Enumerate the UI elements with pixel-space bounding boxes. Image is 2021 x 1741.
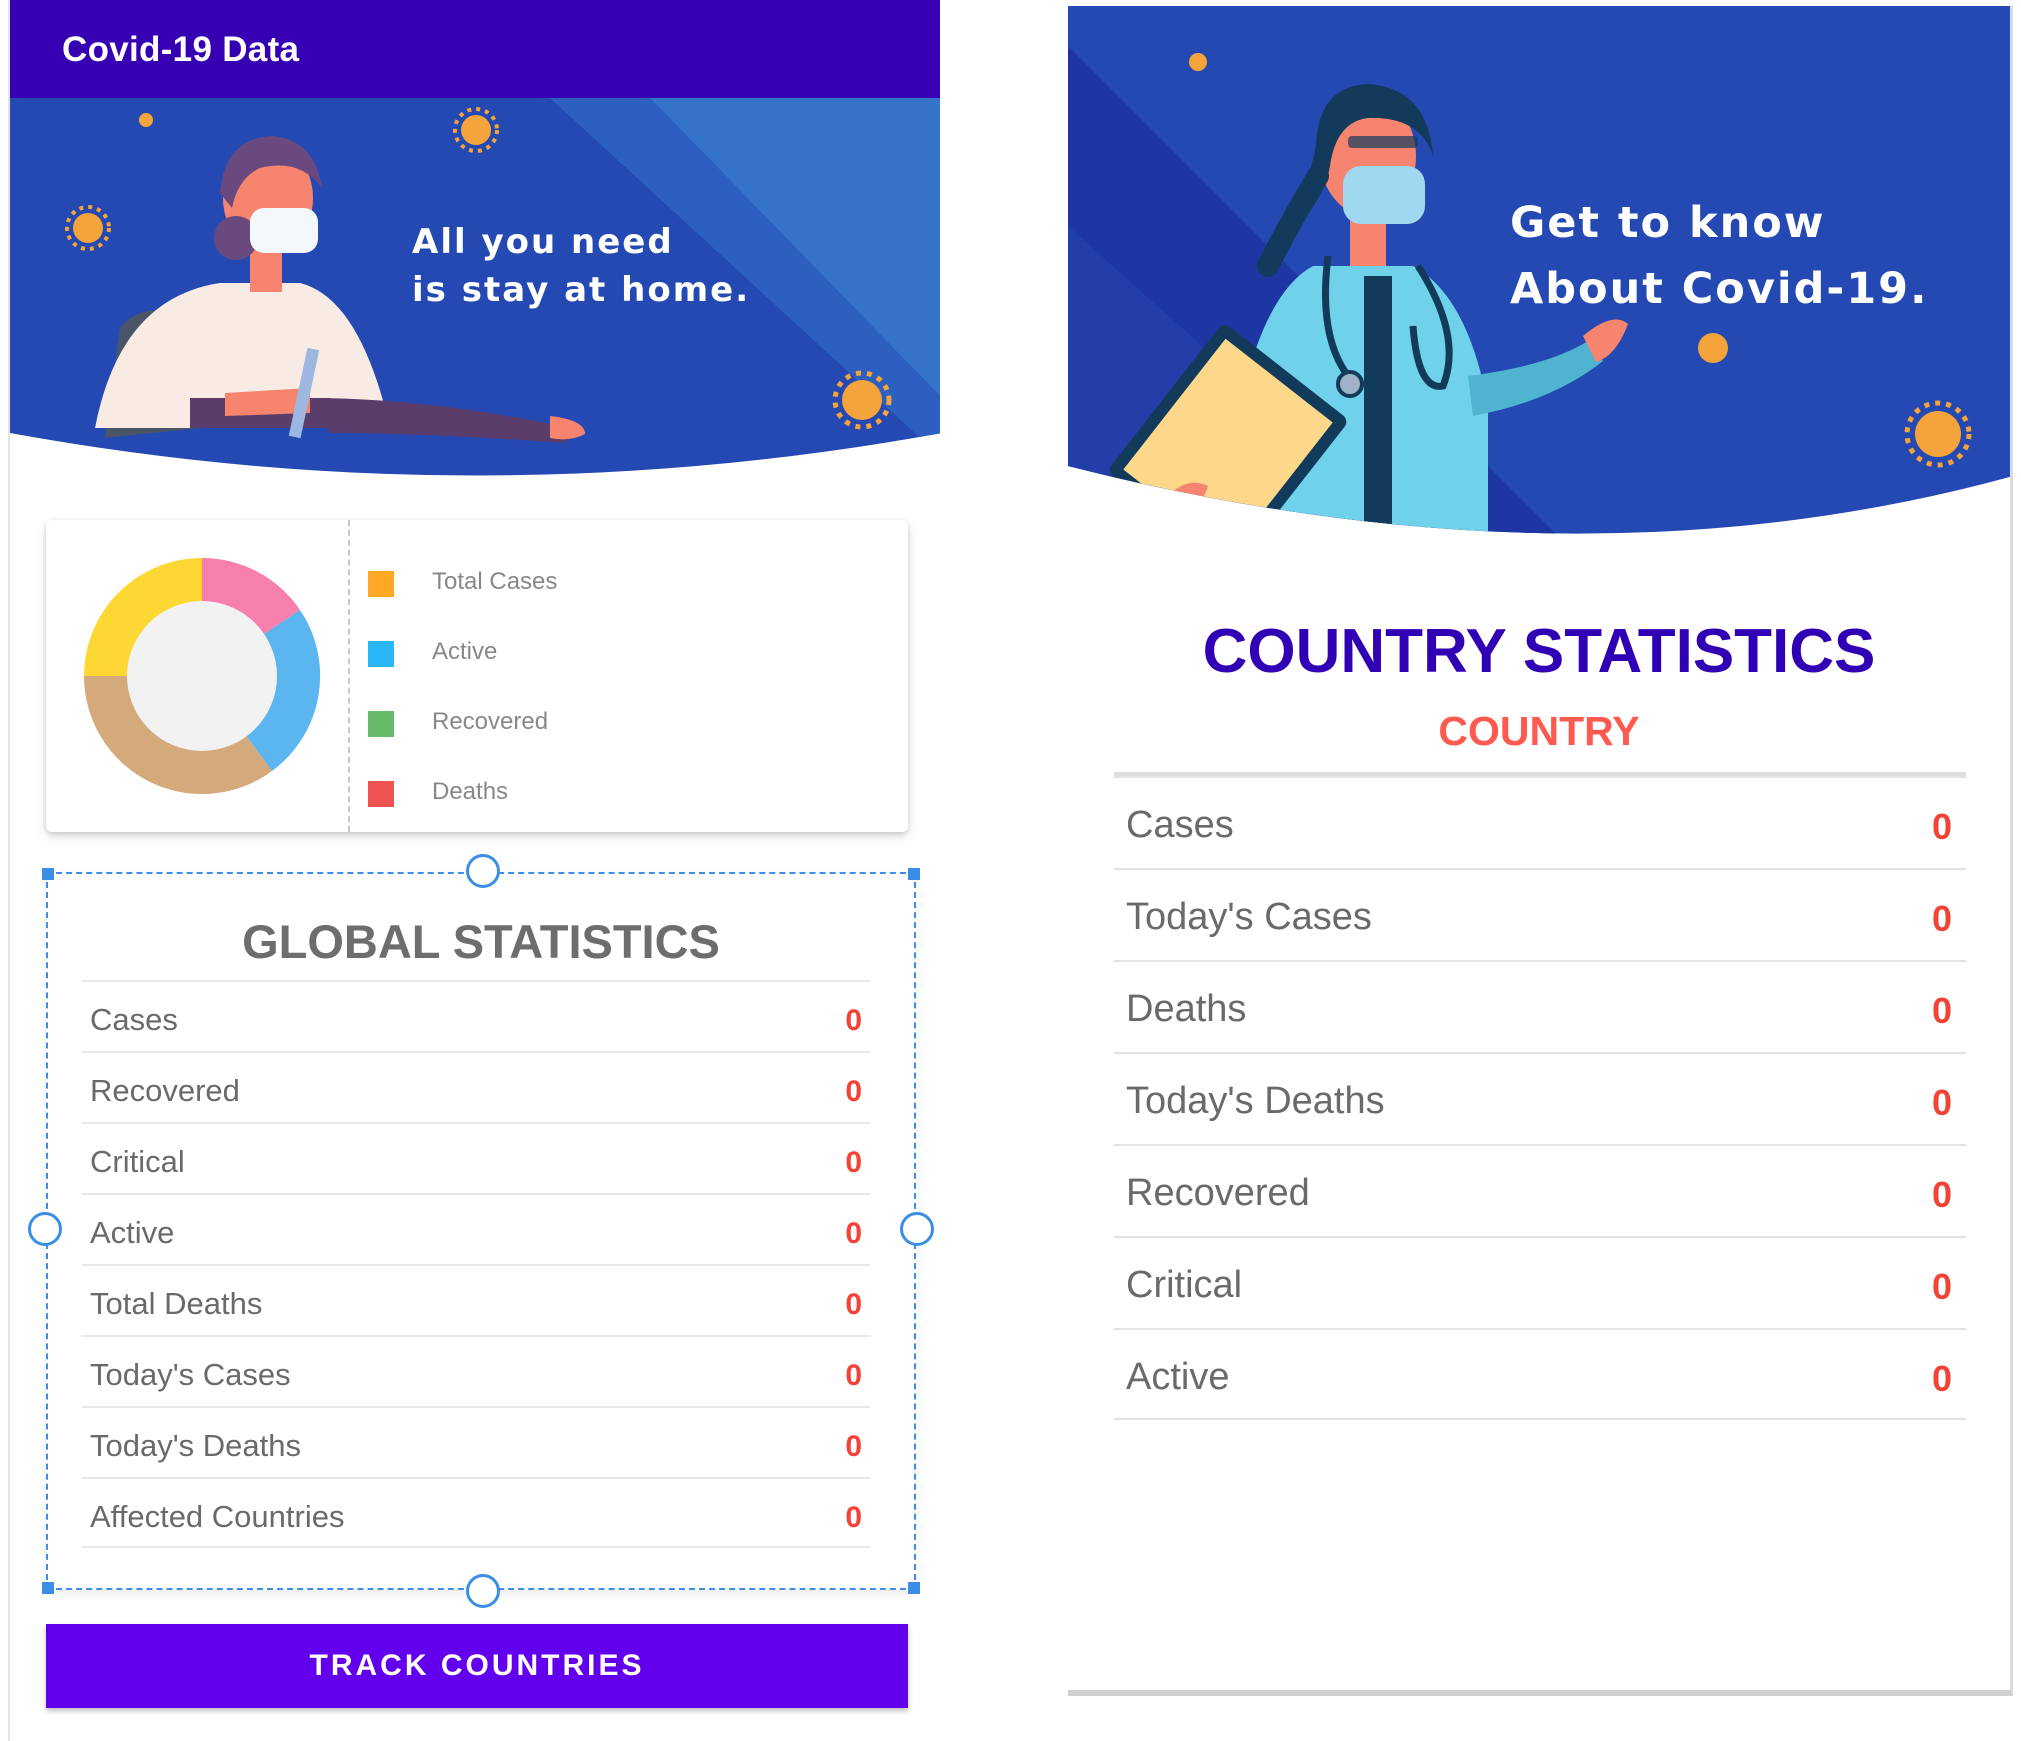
country-statistics-title: COUNTRY STATISTICS [1202,617,1876,686]
stat-value: 0 [1931,990,1952,1031]
stat-label: Today's Cases [1126,896,1372,938]
legend-label: Deaths [432,778,509,805]
chart-card: Total Cases Active Recovered Deaths [46,520,908,832]
stat-row-cases: Cases 0 [82,980,870,1051]
stat-row-active: Active 0 [1114,1328,1966,1420]
stat-row-recovered: Recovered 0 [82,1051,870,1122]
constraint-handle-right[interactable] [900,1212,934,1246]
stat-label: Today's Deaths [90,1428,301,1463]
stat-value: 0 [845,1075,862,1108]
legend-label: Active [432,638,498,665]
stat-row-recovered: Recovered 0 [1114,1144,1966,1236]
stat-label: Affected Countries [90,1499,345,1534]
stat-label: Today's Cases [90,1357,291,1392]
stat-label: Recovered [1126,1172,1310,1214]
constraint-handle-bottom[interactable] [466,1574,500,1608]
stat-value: 0 [845,1501,862,1534]
stat-row-active: Active 0 [82,1193,870,1264]
stat-label: Critical [90,1144,185,1179]
legend-swatch [368,781,394,807]
stat-value: 0 [1931,1358,1952,1399]
stat-value: 0 [1931,1266,1952,1307]
country-screen: Get to know About Covid-19. COUNTRY STAT… [1068,6,2013,1696]
main-screen: Covid-19 Data All you need is stay at ho… [8,0,940,1741]
stat-label: Active [90,1215,175,1250]
stat-value: 0 [845,1359,862,1392]
stat-row-todays-cases: Today's Cases 0 [82,1335,870,1406]
resize-handle[interactable] [42,1582,54,1594]
stat-row-deaths: Deaths 0 [1114,960,1966,1052]
track-countries-button[interactable]: TRACK COUNTRIES [46,1624,908,1708]
stat-label: Active [1126,1356,1230,1398]
pie-chart-icon [84,557,321,795]
hero-banner-know-covid: Get to know About Covid-19. [1068,6,2010,566]
stat-label: Cases [1126,804,1234,846]
stat-label: Critical [1126,1264,1243,1306]
hero-headline-line2: About Covid-19. [1510,264,1929,314]
stat-value: 0 [1931,898,1952,939]
stat-row-critical: Critical 0 [82,1122,870,1193]
chart-divider [348,520,350,832]
stat-value: 0 [845,1004,862,1037]
legend-swatch [368,711,394,737]
stat-label: Total Deaths [90,1286,263,1321]
stat-value: 0 [845,1430,862,1463]
stat-value: 0 [845,1146,862,1179]
stat-row-todays-cases: Today's Cases 0 [1114,868,1966,960]
stat-value: 0 [845,1288,862,1321]
stat-label: Recovered [90,1073,240,1108]
legend-label: Total Cases [432,568,558,595]
legend-label: Recovered [432,708,549,735]
stat-row-todays-deaths: Today's Deaths 0 [1114,1052,1966,1144]
resize-handle[interactable] [908,1582,920,1594]
hero-headline-line1: Get to know [1510,198,1826,248]
app-title: Covid-19 Data [62,30,300,69]
stat-row-cases: Cases 0 [1114,776,1966,868]
stat-value: 0 [1931,1174,1952,1215]
global-statistics-card[interactable]: GLOBAL STATISTICS Cases 0 Recovered 0 Cr… [28,854,934,1608]
stat-label: Deaths [1126,988,1247,1030]
stat-value: 0 [845,1217,862,1250]
stat-row-total-deaths: Total Deaths 0 [82,1264,870,1335]
legend-swatch [368,641,394,667]
resize-handle[interactable] [908,868,920,880]
constraint-handle-left[interactable] [28,1212,62,1246]
stat-row-todays-deaths: Today's Deaths 0 [82,1406,870,1477]
stat-value: 0 [1931,806,1952,847]
stat-label: Cases [90,1002,178,1037]
global-statistics-title: GLOBAL STATISTICS [242,915,720,968]
hero-headline-line2: is stay at home. [412,270,751,310]
resize-handle[interactable] [42,868,54,880]
hero-headline-line1: All you need [412,222,674,262]
stat-label: Today's Deaths [1126,1080,1385,1122]
hero-banner-stay-home: All you need is stay at home. [10,98,940,488]
stat-row-affected-countries: Affected Countries 0 [82,1477,870,1548]
country-name: COUNTRY [1438,708,1640,754]
legend-swatch [368,571,394,597]
constraint-handle-top[interactable] [466,854,500,888]
stat-value: 0 [1931,1082,1952,1123]
stat-row-critical: Critical 0 [1114,1236,1966,1328]
app-bar: Covid-19 Data [10,0,940,98]
